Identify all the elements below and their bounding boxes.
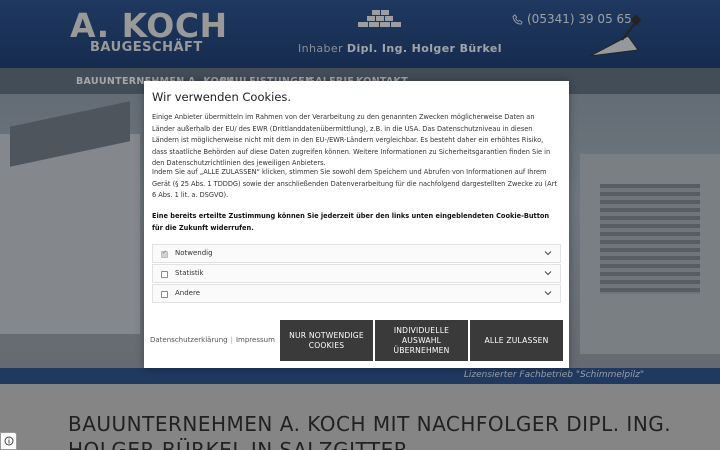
cookie-dialog: Wir verwenden Cookies. Einige Anbieter ü… xyxy=(144,81,569,368)
cookie-dialog-title: Wir verwenden Cookies. xyxy=(152,90,292,104)
info-icon xyxy=(4,436,13,446)
cookie-text-consent: Indem Sie auf „ALLE ZULASSEN“ klicken, s… xyxy=(152,168,557,199)
link-separator: | xyxy=(230,336,233,344)
cookie-category-statistik[interactable]: Statistik xyxy=(152,264,561,283)
cookie-category-andere[interactable]: Andere xyxy=(152,284,561,303)
checkbox-andere[interactable] xyxy=(161,291,168,298)
cookie-text-thirdcountry: Einige Anbieter übermitteln im Rahmen vo… xyxy=(152,113,551,167)
checkbox-statistik[interactable] xyxy=(161,271,168,278)
cookie-settings-button[interactable] xyxy=(0,432,17,450)
category-label: Andere xyxy=(175,289,201,297)
chevron-down-icon[interactable] xyxy=(544,249,552,257)
category-label: Statistik xyxy=(175,269,204,277)
cookie-dialog-links: Datenschutzerklärung | Impressum xyxy=(150,336,275,344)
imprint-link[interactable]: Impressum xyxy=(236,336,275,344)
cookie-text-revoke: Eine bereits erteilte Zustimmung können … xyxy=(152,212,550,232)
chevron-down-icon[interactable] xyxy=(544,269,552,277)
category-label: Notwendig xyxy=(175,249,213,257)
accept-all-button[interactable]: ALLE ZULASSEN xyxy=(470,320,563,361)
only-necessary-button[interactable]: NUR NOTWENDIGE COOKIES xyxy=(280,320,373,361)
cookie-category-notwendig[interactable]: Notwendig xyxy=(152,244,561,263)
save-selection-button[interactable]: INDIVIDUELLE AUSWAHL ÜBERNEHMEN xyxy=(375,320,468,361)
checkbox-notwendig xyxy=(161,249,168,258)
privacy-link[interactable]: Datenschutzerklärung xyxy=(150,336,228,344)
chevron-down-icon[interactable] xyxy=(544,289,552,297)
